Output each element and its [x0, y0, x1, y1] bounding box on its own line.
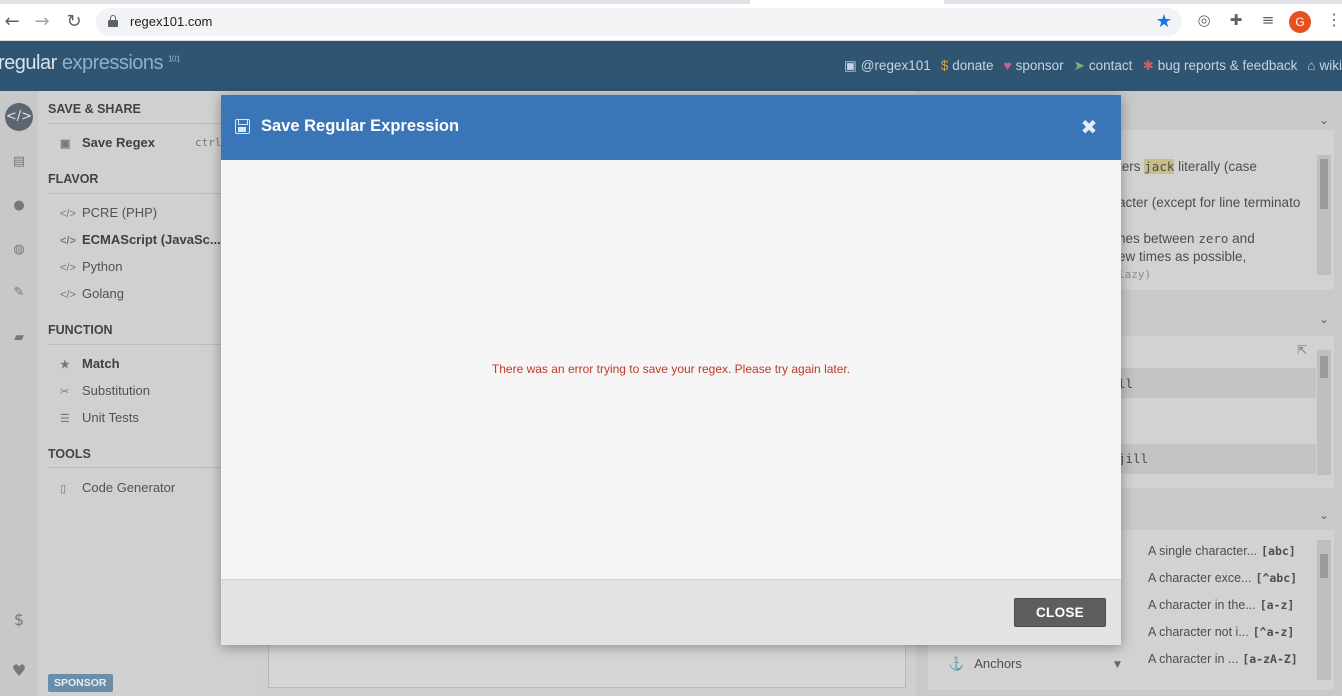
function-heading: FUNCTION: [48, 323, 113, 337]
header-link-donate[interactable]: $ donate: [941, 58, 994, 74]
header-link-contact[interactable]: ➤ contact: [1074, 58, 1133, 74]
header-link-twitter[interactable]: ▣ @regex101: [844, 58, 931, 74]
save-regex-button[interactable]: ▣ Save Regex: [60, 135, 155, 150]
explanation-line: ew times as possible,: [1118, 249, 1247, 264]
close-icon[interactable]: ✖: [1079, 115, 1099, 139]
save-shortcut-hint: ctrl: [195, 136, 222, 149]
tool-code-generator[interactable]: ▯ Code Generator: [60, 480, 175, 495]
code-icon[interactable]: </>: [5, 103, 33, 131]
header-link-wiki[interactable]: ⌂ wiki: [1307, 58, 1342, 74]
bank-icon: ⌂: [1307, 58, 1316, 73]
divider: [48, 123, 248, 124]
function-match[interactable]: ★ Match: [60, 356, 120, 371]
test-string-box[interactable]: [268, 640, 906, 688]
browser-toolbar: ← → ↻ regex101.com ★ ◎ ✚ ≡ G ⋮: [0, 0, 1342, 41]
flavor-golang[interactable]: </> Golang: [60, 286, 124, 301]
wrench-icon[interactable]: ✎: [5, 279, 33, 307]
flavor-python[interactable]: </> Python: [60, 259, 122, 274]
paper-plane-icon: ➤: [1073, 58, 1085, 73]
reload-button[interactable]: ↻: [62, 10, 86, 34]
error-message: There was an error trying to save your r…: [491, 362, 851, 376]
forward-button[interactable]: →: [30, 10, 54, 34]
left-rail: </> ▤ ● ◍ ✎ ▰ $ ♥: [0, 91, 38, 696]
code-icon: </>: [60, 262, 76, 274]
library-icon[interactable]: ▤: [5, 148, 33, 176]
modal-header: Save Regular Expression ✖: [221, 95, 1121, 160]
chevron-down-icon[interactable]: ⌄: [1319, 312, 1329, 326]
header-link-bug-reports[interactable]: ✱ bug reports & feedback: [1142, 58, 1297, 74]
flavor-ecmascript[interactable]: </> ECMAScript (JavaSc...: [60, 232, 221, 247]
dollar-icon[interactable]: $: [5, 606, 33, 634]
code-icon: </>: [60, 235, 76, 247]
flavor-heading: FLAVOR: [48, 172, 99, 186]
sponsor-badge[interactable]: SPONSOR: [48, 674, 113, 692]
function-unit-tests[interactable]: ☰ Unit Tests: [60, 410, 139, 425]
header-links: ▣ @regex101 $ donate ♥ sponsor ➤ contact ✱ bu…: [844, 58, 1342, 74]
url-text[interactable]: regex101.com: [130, 14, 212, 29]
match-value: jill: [1118, 451, 1149, 466]
match-scrollbar[interactable]: [1317, 350, 1331, 475]
divider: [48, 467, 248, 468]
modal-body: There was an error trying to save your r…: [221, 160, 1121, 579]
chevron-down-icon[interactable]: ⌄: [1319, 508, 1329, 522]
quick-ref-item[interactable]: A character in the... [a-z]: [1148, 598, 1294, 612]
match-row: [1112, 368, 1316, 398]
heart-icon: ♥: [1003, 58, 1012, 73]
file-code-icon: ▯: [60, 483, 67, 495]
active-tab[interactable]: [750, 0, 944, 4]
browser-menu-icon[interactable]: ⋮: [1326, 10, 1342, 30]
extension-compass-icon[interactable]: ◎: [1194, 10, 1214, 30]
tools-heading: TOOLS: [48, 447, 91, 461]
chevron-down-icon[interactable]: ⌄: [1319, 113, 1329, 127]
flavor-pcre[interactable]: </> PCRE (PHP): [60, 205, 157, 220]
close-button[interactable]: CLOSE: [1014, 598, 1106, 627]
floppy-disk-icon: [235, 119, 250, 134]
code-icon: </>: [60, 208, 76, 220]
dollar-icon: $: [940, 58, 949, 73]
site-logo[interactable]: regular expressions 101: [0, 52, 180, 75]
profile-avatar[interactable]: G: [1289, 11, 1311, 33]
address-bar[interactable]: regex101.com ★: [96, 8, 1182, 36]
modal-title: Save Regular Expression: [261, 117, 460, 135]
chat-icon[interactable]: ▰: [5, 324, 33, 352]
quick-ref-scrollbar[interactable]: [1317, 540, 1331, 680]
explanation-scrollbar[interactable]: [1317, 155, 1331, 275]
gamepad-icon[interactable]: ◍: [5, 236, 33, 264]
tab-strip: [0, 0, 1342, 4]
save-share-heading: SAVE & SHARE: [48, 102, 141, 116]
modal-footer: CLOSE: [221, 579, 1121, 645]
site-header: regular expressions 101 ▣ @regex101 $ dona…: [0, 41, 1342, 91]
code-icon: </>: [60, 289, 76, 301]
bug-icon: ✱: [1142, 58, 1154, 73]
dropdown-arrow-icon[interactable]: ▼: [1114, 660, 1121, 670]
lock-icon[interactable]: [108, 15, 118, 27]
divider: [48, 344, 248, 345]
twitter-icon: ▣: [843, 58, 857, 73]
media-queue-icon[interactable]: ≡: [1258, 10, 1278, 30]
quick-ref-item[interactable]: A single character... [abc]: [1148, 544, 1296, 558]
explanation-line: hes between zero and: [1118, 231, 1255, 246]
bookmark-star-icon[interactable]: ★: [1156, 11, 1172, 32]
heart-icon[interactable]: ♥: [5, 657, 33, 685]
scissors-icon: ✂: [60, 386, 70, 398]
explanation-line: acter (except for line terminato: [1118, 195, 1301, 210]
save-regex-modal: Save Regular Expression ✖ There was an e…: [221, 95, 1121, 645]
explanation-line: ters jack literally (case: [1118, 159, 1257, 174]
explanation-line: lazy): [1118, 268, 1152, 281]
quick-ref-category-anchors[interactable]: ⚓ Anchors: [948, 656, 1022, 672]
user-icon[interactable]: ●: [5, 192, 33, 220]
quick-ref-item[interactable]: A character exce... [^abc]: [1148, 571, 1297, 585]
header-link-sponsor[interactable]: ♥ sponsor: [1004, 58, 1064, 74]
list-icon: ☰: [60, 413, 70, 425]
floppy-disk-icon: ▣: [60, 138, 71, 150]
quick-ref-item[interactable]: A character in ... [a-zA-Z]: [1148, 652, 1298, 666]
quick-ref-item[interactable]: A character not i... [^a-z]: [1148, 625, 1294, 639]
external-link-icon[interactable]: ⇱: [1297, 343, 1307, 357]
anchor-icon: ⚓: [948, 656, 965, 671]
function-substitution[interactable]: ✂ Substitution: [60, 383, 150, 398]
back-button[interactable]: ←: [0, 10, 24, 34]
divider: [48, 193, 248, 194]
extensions-puzzle-icon[interactable]: ✚: [1226, 10, 1246, 30]
star-icon: ★: [60, 359, 70, 371]
